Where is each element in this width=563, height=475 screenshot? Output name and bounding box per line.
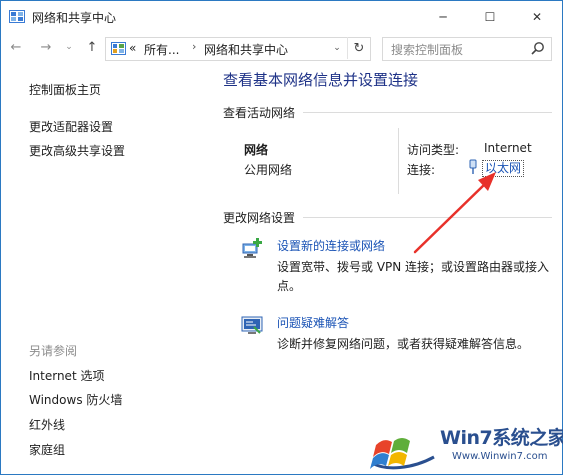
network-divider: [398, 128, 399, 194]
section-divider: [303, 112, 552, 113]
homegroup-link[interactable]: 家庭组: [29, 441, 65, 458]
breadcrumb-all-items[interactable]: 所有...: [144, 41, 179, 58]
navigation-bar: ← → ⌄ ↑ « 所有... › 网络和共享中心 ⌄ ↻ 搜索控制面板: [1, 32, 562, 64]
control-panel-icon: [111, 42, 126, 55]
page-title: 查看基本网络信息并设置连接: [223, 71, 419, 89]
search-input[interactable]: 搜索控制面板: [382, 37, 552, 61]
win7-logo: [370, 438, 435, 470]
access-type-value: Internet: [484, 141, 532, 155]
ethernet-connection-link[interactable]: 以太网: [482, 160, 525, 177]
breadcrumb-separator-icon: ›: [192, 40, 197, 53]
internet-options-link[interactable]: Internet 选项: [29, 367, 104, 384]
search-placeholder: 搜索控制面板: [391, 43, 464, 57]
minimize-icon: ─: [439, 9, 447, 24]
troubleshoot-icon: [241, 316, 263, 334]
ethernet-icon: [469, 159, 477, 174]
see-also-title: 另请参阅: [29, 344, 78, 358]
windows-firewall-link[interactable]: Windows 防火墙: [29, 391, 122, 408]
close-button[interactable]: ✕: [514, 1, 560, 32]
setup-connection-description-line1: 设置宽带、拨号或 VPN 连接；或设置路由器或接入: [277, 260, 550, 274]
troubleshoot-description: 诊断并修复网络问题，或者获得疑难解答信息。: [277, 337, 530, 351]
up-arrow-icon: ↑: [86, 39, 98, 55]
setup-connection-description-line2: 点。: [277, 279, 302, 293]
minimize-button[interactable]: ─: [420, 1, 466, 32]
chevron-down-icon: ⌄: [65, 42, 73, 52]
troubleshoot-problems-link[interactable]: 问题疑难解答: [277, 314, 349, 331]
infrared-link[interactable]: 红外线: [29, 416, 65, 433]
connections-label: 连接:: [407, 163, 436, 177]
network-name: 网络: [244, 143, 269, 157]
control-panel-home-link[interactable]: 控制面板主页: [29, 81, 101, 98]
chevron-down-icon: ⌄: [333, 43, 341, 53]
breadcrumb-network-center[interactable]: 网络和共享中心: [204, 41, 288, 58]
window-title: 网络和共享中心: [32, 11, 117, 25]
back-arrow-icon: ←: [10, 39, 22, 55]
recent-locations-button[interactable]: ⌄: [60, 38, 78, 56]
maximize-icon: ☐: [484, 9, 496, 24]
search-icon: [531, 42, 544, 55]
network-center-icon: [9, 10, 25, 23]
change-adapter-settings-link[interactable]: 更改适配器设置: [29, 118, 113, 135]
change-advanced-sharing-link[interactable]: 更改高级共享设置: [29, 142, 125, 159]
network-category[interactable]: 公用网络: [244, 161, 292, 178]
section-divider: [303, 217, 552, 218]
watermark-brand: Win7系统之家: [440, 427, 563, 449]
up-button[interactable]: ↑: [83, 38, 101, 56]
title-bar: 网络和共享中心 ─ ☐ ✕: [1, 1, 562, 32]
control-panel-window: 网络和共享中心 ─ ☐ ✕ ← → ⌄ ↑ « 所有... › 网络和共享中心 …: [0, 0, 563, 475]
watermark-url: Www.Winwin7.com: [452, 451, 548, 462]
address-dropdown-button[interactable]: ⌄: [328, 37, 346, 59]
setup-new-connection-link[interactable]: 设置新的连接或网络: [277, 237, 385, 254]
new-connection-icon: [242, 238, 262, 258]
back-button[interactable]: ←: [7, 38, 25, 56]
refresh-button[interactable]: ↻: [347, 37, 370, 59]
maximize-button[interactable]: ☐: [467, 1, 513, 32]
refresh-icon: ↻: [353, 40, 365, 56]
breadcrumb-overflow[interactable]: «: [129, 41, 136, 55]
close-icon: ✕: [531, 9, 543, 24]
change-settings-title: 更改网络设置: [223, 211, 296, 225]
forward-arrow-icon: →: [40, 39, 52, 55]
forward-button[interactable]: →: [37, 38, 55, 56]
access-type-label: 访问类型:: [407, 143, 460, 157]
active-networks-title: 查看活动网络: [223, 106, 296, 120]
